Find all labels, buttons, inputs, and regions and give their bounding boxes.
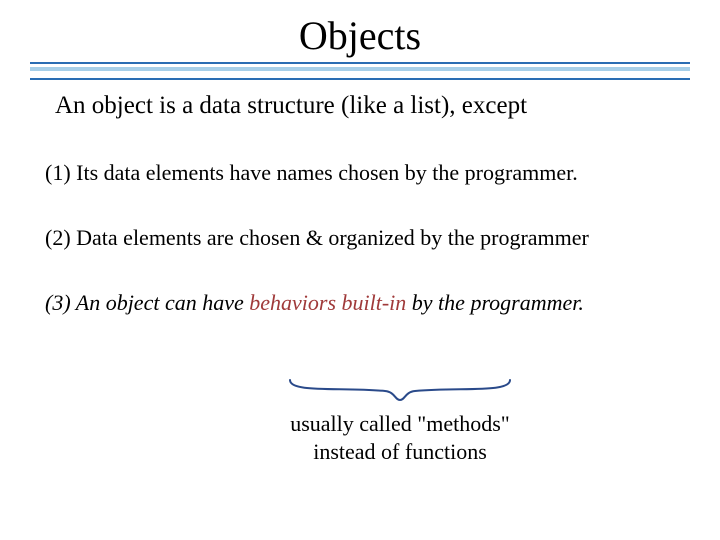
note-line-2: instead of functions <box>313 439 487 464</box>
brace-icon <box>285 375 515 405</box>
point-3-prefix: (3) An object can have <box>45 290 249 315</box>
point-2: (2) Data elements are chosen & organized… <box>45 225 589 251</box>
note-line-1: usually called "methods" <box>290 411 510 436</box>
point-3: (3) An object can have behaviors built-i… <box>45 290 584 316</box>
point-3-emphasis: behaviors built-in <box>249 290 406 315</box>
point-1: (1) Its data elements have names chosen … <box>45 160 578 186</box>
intro-text: An object is a data structure (like a li… <box>55 92 527 120</box>
divider-outer <box>30 62 690 80</box>
point-3-suffix: by the programmer. <box>406 290 584 315</box>
annotation-note: usually called "methods" instead of func… <box>285 410 515 465</box>
divider-inner <box>30 67 690 71</box>
page-title: Objects <box>0 12 720 59</box>
slide: Objects An object is a data structure (l… <box>0 0 720 540</box>
